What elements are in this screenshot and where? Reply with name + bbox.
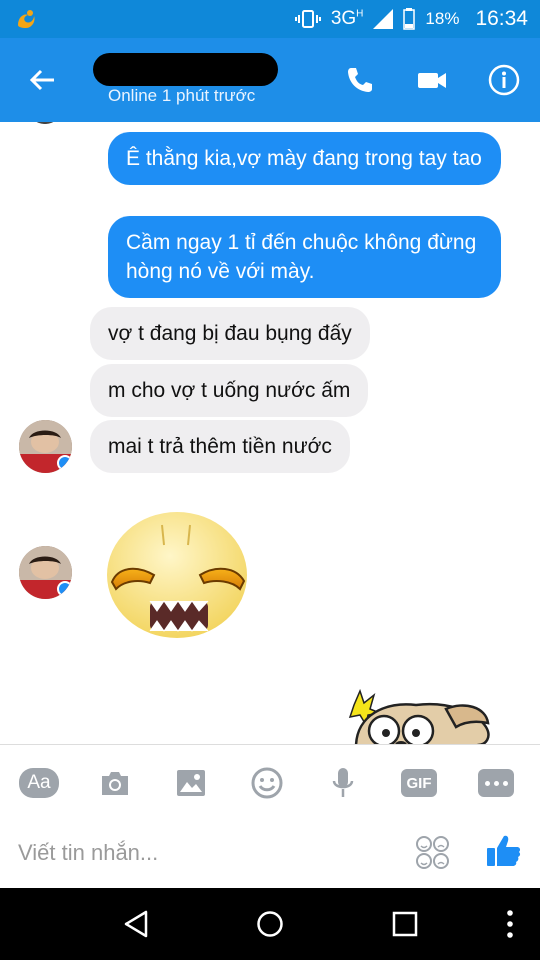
camera-button[interactable] (94, 763, 136, 803)
phone-icon (348, 68, 372, 92)
composer-toolbar: Aa GIF (0, 744, 540, 820)
square-recents-icon (392, 911, 418, 937)
nav-home-button[interactable] (250, 904, 290, 944)
message-input-row (0, 820, 540, 888)
emoji-button[interactable] (246, 763, 288, 803)
sticker-dog[interactable] (346, 687, 496, 744)
incoming-message[interactable]: mai t trả thêm tiền nước (90, 420, 350, 473)
dog-face-icon (348, 688, 490, 744)
grumpy-face-icon (107, 512, 247, 638)
clock: 16:34 (475, 7, 528, 30)
messenger-badge-icon (57, 455, 72, 471)
message-list[interactable]: Ê thằng kia,vợ mày đang trong tay tao Cầ… (0, 122, 540, 744)
more-dots-icon (478, 769, 514, 797)
signal-icon (373, 9, 394, 29)
gif-button[interactable]: GIF (398, 763, 440, 803)
voice-button[interactable] (322, 763, 364, 803)
thumbs-up-icon (487, 835, 521, 866)
contact-name-redacted[interactable] (93, 53, 278, 86)
status-bar: 3GH 18% 16:34 (0, 0, 540, 38)
arrow-left-icon (29, 69, 54, 91)
avatar[interactable] (19, 420, 72, 473)
vibrate-icon (294, 10, 321, 28)
nav-menu-button[interactable] (490, 904, 530, 944)
microphone-icon (332, 768, 354, 797)
battery-level: 18% (425, 9, 460, 28)
smiley-icon (251, 767, 283, 799)
outgoing-message[interactable]: Cầm ngay 1 tỉ đến chuộc không đừng hòng … (108, 216, 501, 298)
conversation-header: Online 1 phút trước (0, 38, 540, 122)
like-button[interactable] (484, 832, 524, 872)
info-button[interactable] (484, 60, 524, 100)
incoming-message[interactable]: m cho vợ t uống nước ấm (90, 364, 369, 417)
incoming-message[interactable]: vợ t đang bị đau bụng đấy (90, 307, 370, 360)
more-button[interactable] (475, 763, 517, 803)
info-icon (488, 64, 520, 96)
circle-home-icon (257, 911, 283, 937)
sticker-grumpy-face[interactable] (104, 507, 254, 642)
triangle-back-icon (124, 910, 148, 938)
online-status: Online 1 phút trước (108, 86, 256, 105)
nav-recents-button[interactable] (385, 904, 425, 944)
camera-icon (102, 772, 128, 795)
previous-avatar-edge (30, 122, 60, 124)
video-camera-icon (418, 73, 446, 88)
message-input[interactable] (18, 836, 398, 870)
call-button[interactable] (340, 60, 380, 100)
nav-back-button[interactable] (116, 904, 156, 944)
back-button[interactable] (22, 60, 62, 100)
gallery-button[interactable] (170, 763, 212, 803)
messenger-badge-icon (57, 581, 72, 597)
sticker-faces-icon (416, 836, 449, 869)
text-format-button[interactable]: Aa (18, 763, 60, 803)
system-navigation-bar (0, 888, 540, 960)
sticker-button[interactable] (414, 834, 452, 872)
uc-browser-icon (18, 10, 35, 28)
avatar[interactable] (19, 546, 72, 599)
outgoing-message[interactable]: Ê thằng kia,vợ mày đang trong tay tao (108, 132, 501, 185)
video-call-button[interactable] (412, 60, 452, 100)
battery-icon (403, 8, 416, 30)
vertical-dots-icon (507, 910, 513, 938)
image-icon (177, 770, 205, 796)
network-type: 3GH (330, 8, 364, 29)
